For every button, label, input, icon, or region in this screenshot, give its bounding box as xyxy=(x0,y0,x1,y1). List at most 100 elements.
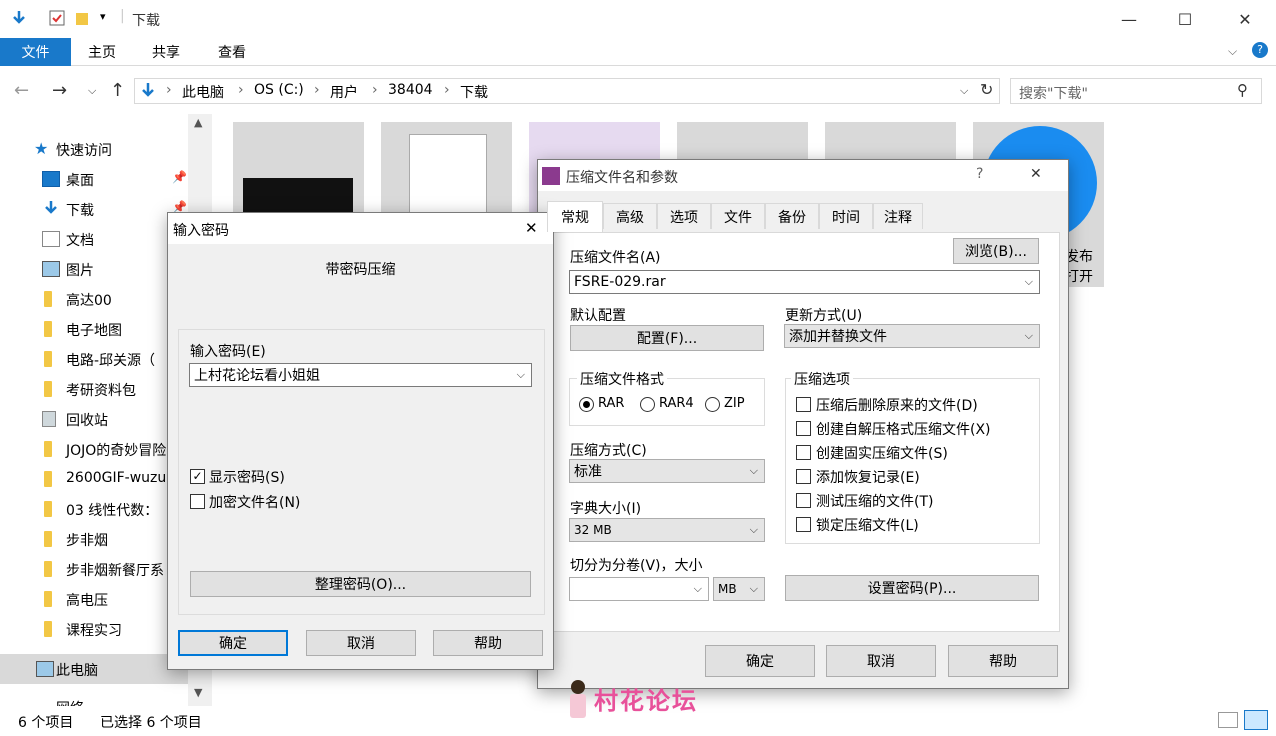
breadcrumb-user[interactable]: 38404 xyxy=(388,82,433,98)
password-help-button[interactable]: 帮助 xyxy=(433,630,543,656)
sidebar-item-folder[interactable]: 电子地图 xyxy=(0,314,188,344)
scroll-down-icon[interactable]: ▼ xyxy=(194,686,202,699)
details-view-icon[interactable] xyxy=(1218,712,1238,728)
password-field[interactable]: 上村花论坛看小姐姐 ⌵ xyxy=(189,363,532,387)
scroll-up-icon[interactable]: ▲ xyxy=(194,116,202,129)
breadcrumb-this-pc[interactable]: 此电脑 xyxy=(182,82,224,102)
tab-options[interactable]: 选项 xyxy=(657,203,711,229)
breadcrumb-users[interactable]: 用户 xyxy=(330,82,358,102)
chevron-down-icon: ⌵ xyxy=(1024,329,1033,342)
tab-home[interactable]: 主页 xyxy=(88,38,116,66)
folder-icon xyxy=(44,351,52,367)
sidebar-item-this-pc[interactable]: 此电脑 xyxy=(0,654,188,684)
tab-general[interactable]: 常规 xyxy=(547,201,603,232)
tab-time[interactable]: 时间 xyxy=(819,203,873,229)
folder-icon xyxy=(44,621,52,637)
large-icons-view-icon[interactable] xyxy=(1244,710,1268,730)
tab-view[interactable]: 查看 xyxy=(218,38,246,66)
password-cancel-button[interactable]: 取消 xyxy=(306,630,416,656)
tab-advanced[interactable]: 高级 xyxy=(603,203,657,229)
chevron-down-icon[interactable]: ⌵ xyxy=(1025,275,1033,289)
password-ok-button[interactable]: 确定 xyxy=(178,630,288,656)
refresh-icon[interactable]: ↻ xyxy=(980,80,993,99)
format-zip-radio[interactable] xyxy=(705,397,720,412)
minimize-button[interactable]: — xyxy=(1106,0,1152,38)
close-icon[interactable]: ✕ xyxy=(1030,166,1042,182)
option-test-checkbox[interactable] xyxy=(796,493,811,508)
computer-icon xyxy=(36,661,54,677)
sidebar-item-folder[interactable]: 2600GIF-wuzu xyxy=(0,464,188,494)
tab-backup[interactable]: 备份 xyxy=(765,203,819,229)
split-label: 切分为分卷(V)，大小 xyxy=(570,558,703,574)
dict-size-select[interactable]: 32 MB ⌵ xyxy=(569,518,765,542)
search-input[interactable]: 搜索"下载" ⚲ xyxy=(1010,78,1262,104)
tab-share[interactable]: 共享 xyxy=(152,38,180,66)
sidebar-item-folder[interactable]: JOJO的奇妙冒险 xyxy=(0,434,188,464)
option-recovery-checkbox[interactable] xyxy=(796,469,811,484)
sidebar-item-folder[interactable]: 步非烟新餐厅系 xyxy=(0,554,188,584)
sidebar-item-documents[interactable]: 文档 xyxy=(0,224,188,254)
properties-icon[interactable] xyxy=(48,9,66,27)
archive-help-button[interactable]: 帮助 xyxy=(948,645,1058,677)
archive-ok-button[interactable]: 确定 xyxy=(705,645,815,677)
archive-cancel-button[interactable]: 取消 xyxy=(826,645,936,677)
sidebar-item-folder[interactable]: 考研资料包 xyxy=(0,374,188,404)
new-folder-icon[interactable] xyxy=(74,9,92,27)
sidebar-item-downloads[interactable]: 下载 📌 xyxy=(0,194,188,224)
update-mode-select[interactable]: 添加并替换文件 ⌵ xyxy=(784,324,1040,348)
download-arrow-icon[interactable] xyxy=(10,9,28,27)
option-solid-checkbox[interactable] xyxy=(796,445,811,460)
sidebar-item-pictures[interactable]: 图片 xyxy=(0,254,188,284)
expand-ribbon-icon[interactable]: ⌵ xyxy=(1228,44,1237,59)
encrypt-names-checkbox[interactable] xyxy=(190,494,205,509)
recent-dropdown-icon[interactable]: ⌵ xyxy=(88,84,96,98)
sidebar-item-desktop[interactable]: 桌面 📌 xyxy=(0,164,188,194)
archive-name-field[interactable]: FSRE-029.rar ⌵ xyxy=(569,270,1040,294)
forward-arrow-icon[interactable]: → xyxy=(52,80,67,101)
close-button[interactable]: ✕ xyxy=(1222,0,1268,38)
up-arrow-icon[interactable]: ↑ xyxy=(110,80,125,101)
quick-access-dropdown-icon[interactable]: ▾ xyxy=(100,10,106,23)
tab-comment[interactable]: 注释 xyxy=(873,203,923,229)
chevron-down-icon[interactable]: ⌵ xyxy=(694,582,702,596)
sidebar-item-folder[interactable]: 03 线性代数： xyxy=(0,494,188,524)
tab-file[interactable]: 文件 xyxy=(0,38,71,66)
format-rar-radio[interactable] xyxy=(579,397,594,412)
browse-button[interactable]: 浏览(B)... xyxy=(953,238,1039,264)
maximize-button[interactable]: ☐ xyxy=(1162,0,1208,38)
sidebar-item-folder[interactable]: 课程实习 xyxy=(0,614,188,644)
sidebar-item-network[interactable]: 网络 xyxy=(0,692,188,706)
organize-passwords-button[interactable]: 整理密码(O)... xyxy=(190,571,531,597)
help-glyph-button[interactable]: ? xyxy=(976,166,983,182)
nav-quick-access[interactable]: ★ 快速访问 xyxy=(0,134,188,164)
breadcrumb-downloads[interactable]: 下载 xyxy=(460,82,488,102)
close-icon[interactable]: ✕ xyxy=(525,219,538,237)
back-arrow-icon[interactable]: ← xyxy=(14,80,29,101)
pin-icon[interactable]: 📌 xyxy=(172,170,187,184)
set-password-button[interactable]: 设置密码(P)... xyxy=(785,575,1039,601)
option-sfx-checkbox[interactable] xyxy=(796,421,811,436)
show-password-checkbox[interactable]: ✓ xyxy=(190,469,205,484)
nav-label: 课程实习 xyxy=(66,623,122,639)
help-icon[interactable]: ? xyxy=(1252,42,1268,58)
sidebar-item-folder[interactable]: 高达00 xyxy=(0,284,188,314)
sidebar-item-folder[interactable]: 步非烟 xyxy=(0,524,188,554)
address-dropdown-icon[interactable]: ⌵ xyxy=(960,84,968,98)
dialog-subtitle: 带密码压缩 xyxy=(325,262,396,278)
search-icon[interactable]: ⚲ xyxy=(1237,81,1248,99)
option-delete-checkbox[interactable] xyxy=(796,397,811,412)
sidebar-item-folder[interactable]: 高电压 xyxy=(0,584,188,614)
tab-files[interactable]: 文件 xyxy=(711,203,765,229)
split-size-field[interactable]: ⌵ xyxy=(569,577,709,601)
breadcrumb-drive[interactable]: OS (C:) xyxy=(254,82,304,98)
option-lock-checkbox[interactable] xyxy=(796,517,811,532)
profiles-button[interactable]: 配置(F)... xyxy=(570,325,764,351)
chevron-down-icon[interactable]: ⌵ xyxy=(517,368,525,382)
window-title: 下载 xyxy=(132,13,160,29)
sidebar-item-folder[interactable]: 电路-邱关源（ xyxy=(0,344,188,374)
method-select[interactable]: 标准 ⌵ xyxy=(569,459,765,483)
pictures-icon xyxy=(42,261,60,277)
format-rar4-radio[interactable] xyxy=(640,397,655,412)
sidebar-item-recycle-bin[interactable]: 回收站 xyxy=(0,404,188,434)
split-unit-select[interactable]: MB ⌵ xyxy=(713,577,765,601)
